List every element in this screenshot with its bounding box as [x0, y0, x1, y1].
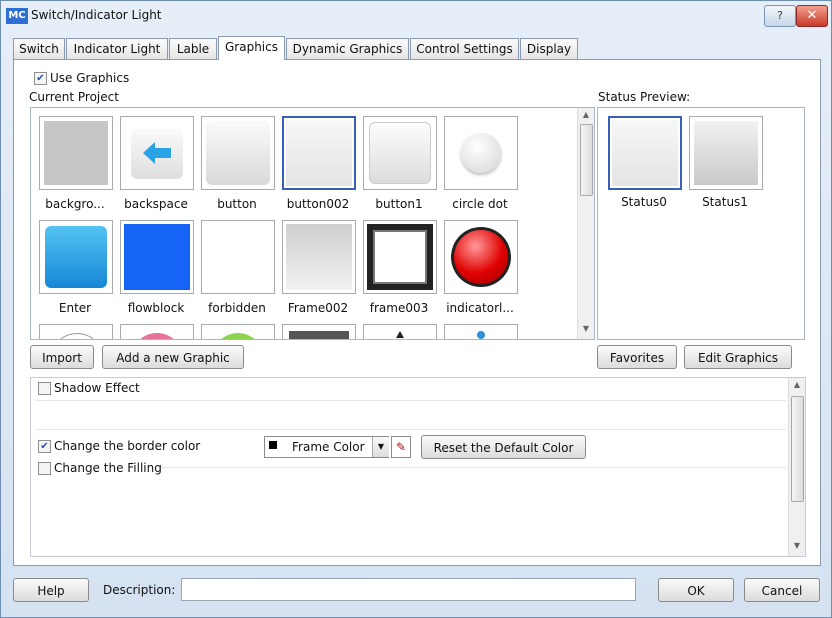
frame-color-value: Frame Color — [292, 440, 365, 454]
status-caption: Status1 — [702, 195, 748, 209]
tab-display[interactable]: Display — [520, 38, 578, 59]
change-filling-checkbox[interactable] — [38, 462, 51, 475]
graphic-tile[interactable] — [39, 324, 113, 339]
question-icon: ? — [777, 9, 783, 22]
graphic-tile-enter[interactable] — [39, 220, 113, 294]
graphic-tile-button002[interactable] — [282, 116, 356, 190]
add-new-graphic-button[interactable]: Add a new Graphic — [102, 345, 244, 369]
graphic-tile-forbidden[interactable] — [201, 220, 275, 294]
close-icon: ✕ — [806, 8, 818, 23]
status-caption: Status0 — [621, 195, 667, 209]
app-logo-icon: MC — [6, 8, 28, 24]
help-title-button[interactable]: ? — [764, 5, 796, 27]
reset-default-color-button[interactable]: Reset the Default Color — [421, 435, 586, 459]
shadow-effect-label: Shadow Effect — [54, 381, 140, 395]
status-preview-label: Status Preview: — [598, 90, 691, 104]
graphic-tile[interactable] — [363, 324, 437, 339]
description-input[interactable] — [181, 578, 636, 601]
dialog-window: MC Switch/Indicator Light ? ✕ Switch Ind… — [0, 0, 832, 618]
effects-scrollbar[interactable]: ▲ ▼ — [788, 378, 805, 556]
ok-button[interactable]: OK — [658, 578, 734, 602]
change-border-label: Change the border color — [54, 439, 201, 453]
use-graphics-label: Use Graphics — [50, 71, 130, 85]
favorites-button[interactable]: Favorites — [597, 345, 677, 369]
help-button[interactable]: Help — [13, 578, 89, 602]
graphic-caption: frame003 — [369, 301, 429, 315]
graphic-caption: backgro... — [45, 197, 105, 211]
divider — [161, 467, 786, 468]
window-title: Switch/Indicator Light — [31, 8, 162, 22]
import-button[interactable]: Import — [30, 345, 94, 369]
tab-control-settings[interactable]: Control Settings — [410, 38, 519, 59]
tab-indicator-light[interactable]: Indicator Light — [66, 38, 168, 59]
chevron-down-icon[interactable]: ▼ — [372, 437, 389, 457]
status-preview-box: Status0 Status1 — [597, 107, 805, 340]
divider — [36, 429, 786, 430]
edit-graphics-button[interactable]: Edit Graphics — [684, 345, 792, 369]
title-bar: MC Switch/Indicator Light ? ✕ — [1, 1, 831, 31]
current-project-label: Current Project — [29, 90, 119, 104]
tab-dynamic-graphics[interactable]: Dynamic Graphics — [286, 38, 409, 59]
graphic-tile-button1[interactable] — [363, 116, 437, 190]
gallery-scrollbar[interactable]: ▲ ▼ — [577, 108, 594, 339]
cancel-button[interactable]: Cancel — [744, 578, 820, 602]
graphic-tile[interactable] — [120, 324, 194, 339]
graphic-tile-frame002[interactable] — [282, 220, 356, 294]
tab-lable[interactable]: Lable — [169, 38, 217, 59]
use-graphics-checkbox[interactable]: ✔ — [34, 72, 47, 85]
status-tile-1[interactable] — [689, 116, 763, 190]
graphic-tile-frame003[interactable] — [363, 220, 437, 294]
color-swatch — [269, 441, 277, 449]
graphic-caption: Enter — [58, 301, 92, 315]
color-picker-icon[interactable]: ✎ — [391, 436, 411, 458]
graphic-caption: Frame002 — [287, 301, 349, 315]
graphic-tile-circle-dot[interactable] — [444, 116, 518, 190]
graphic-tile[interactable] — [444, 324, 518, 339]
graphic-tile-background[interactable] — [39, 116, 113, 190]
graphic-caption: button002 — [286, 197, 350, 211]
graphic-caption: circle dot — [452, 197, 508, 211]
change-border-checkbox[interactable]: ✔ — [38, 440, 51, 453]
graphic-caption: indicatorl... — [446, 301, 514, 315]
change-filling-label: Change the Filling — [54, 461, 162, 475]
graphic-caption: button — [217, 197, 257, 211]
graphic-tile-indicator-light[interactable] — [444, 220, 518, 294]
graphic-caption: button1 — [375, 197, 423, 211]
tab-switch[interactable]: Switch — [13, 38, 65, 59]
graphic-tile[interactable] — [201, 324, 275, 339]
back-arrow-icon — [143, 142, 171, 164]
shadow-effect-checkbox[interactable] — [38, 382, 51, 395]
close-button[interactable]: ✕ — [796, 5, 828, 27]
graphic-caption: backspace — [124, 197, 188, 211]
graphic-caption: forbidden — [208, 301, 266, 315]
gallery-scroll-thumb[interactable] — [580, 124, 593, 196]
graphic-tile-backspace[interactable] — [120, 116, 194, 190]
graphic-tile-button[interactable] — [201, 116, 275, 190]
graphic-tile[interactable] — [282, 324, 356, 339]
divider — [36, 400, 786, 401]
status-tile-0[interactable] — [608, 116, 682, 190]
graphic-caption: flowblock — [127, 301, 185, 315]
graphics-gallery: backgro... backspace button button002 bu… — [30, 107, 595, 340]
description-label: Description: — [103, 583, 176, 597]
tab-graphics[interactable]: Graphics — [218, 36, 285, 60]
effects-scroll-thumb[interactable] — [791, 396, 804, 502]
graphic-tile-flowblock[interactable] — [120, 220, 194, 294]
